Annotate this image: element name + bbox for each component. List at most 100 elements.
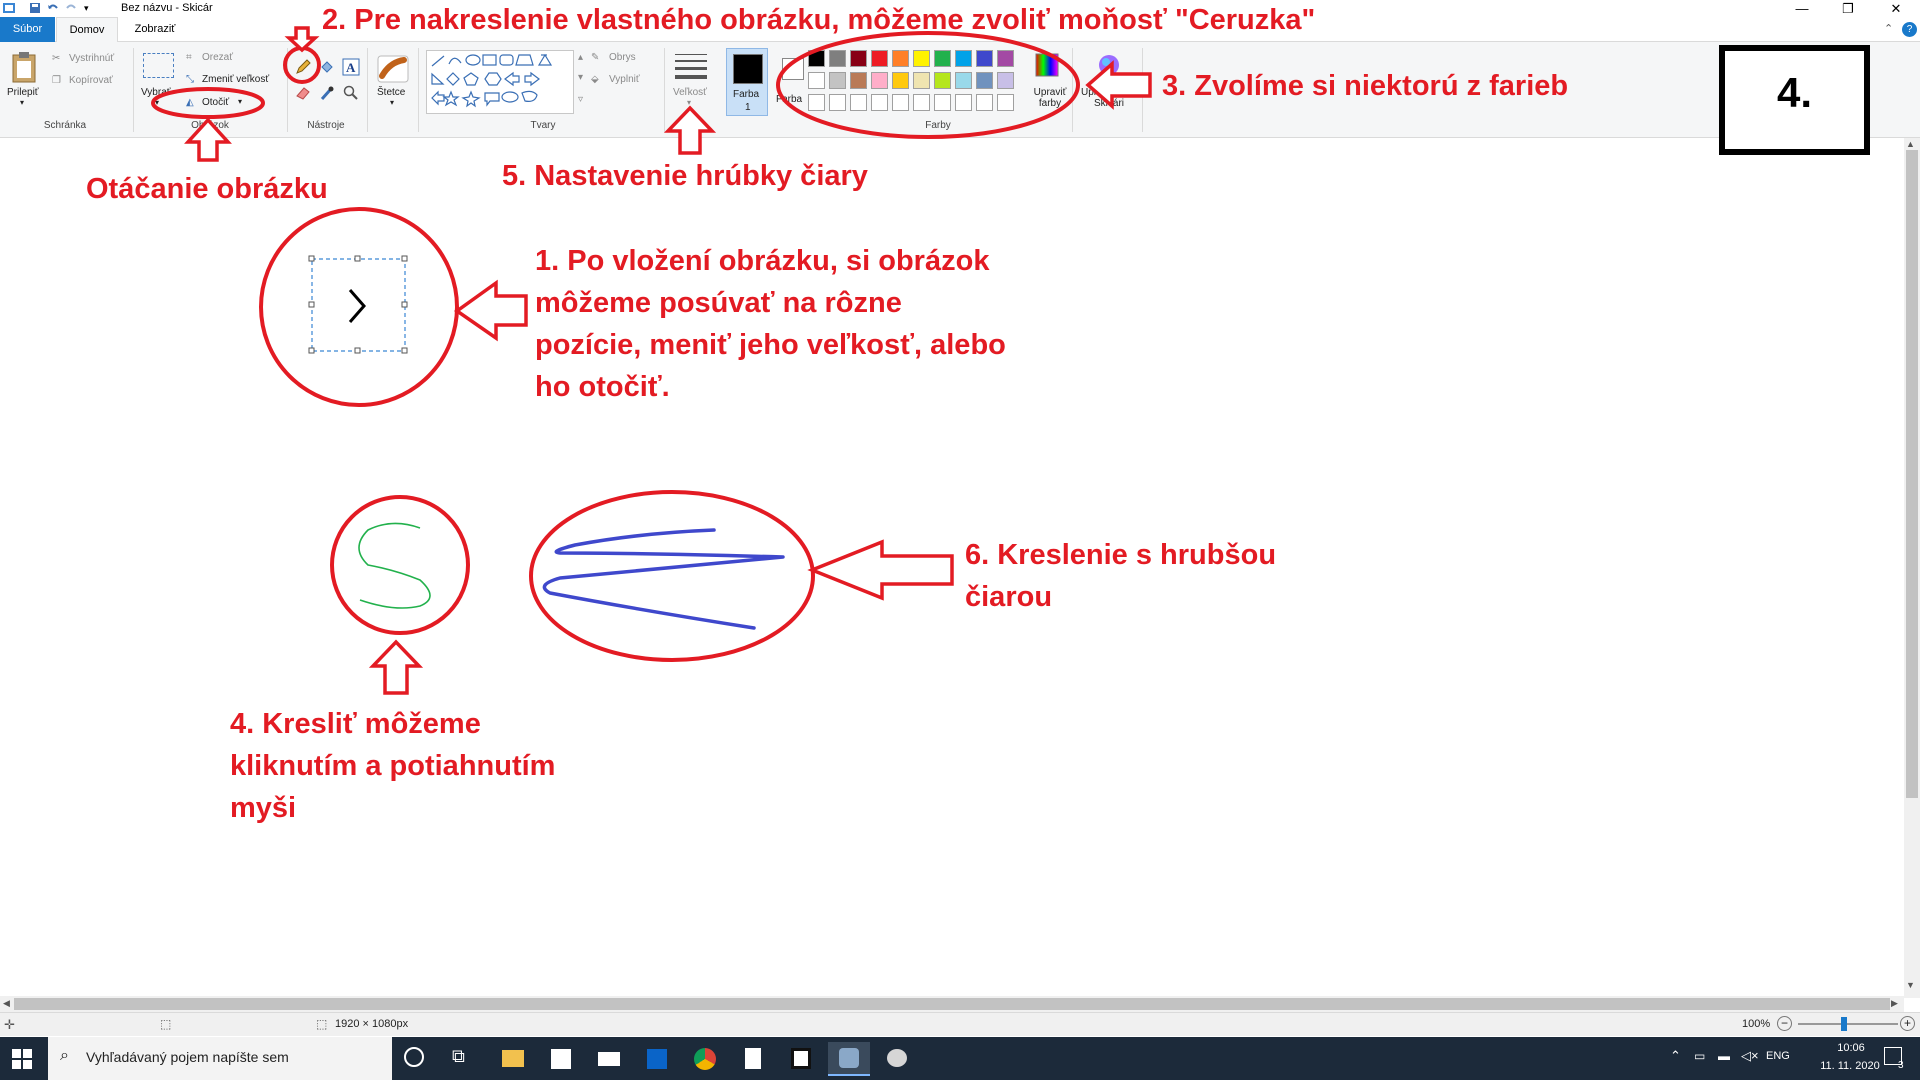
cut-button[interactable]: Vystrihnúť [69, 53, 114, 64]
help-icon[interactable]: ? [1902, 22, 1917, 37]
palette-swatch[interactable] [976, 72, 993, 89]
zoom-out-icon[interactable]: − [1777, 1016, 1792, 1031]
palette-swatch[interactable] [913, 94, 930, 111]
clock-time[interactable]: 10:06 [1820, 1042, 1882, 1054]
minimize-icon[interactable]: — [1782, 0, 1822, 17]
paint3d-taskbar-icon[interactable] [876, 1042, 918, 1076]
crop-button[interactable]: Orezať [202, 52, 233, 63]
brushes-dropdown-icon[interactable]: ▾ [390, 98, 394, 107]
palette-swatch[interactable] [829, 72, 846, 89]
palette-swatch[interactable] [934, 72, 951, 89]
shapes-scroll-down-icon[interactable]: ▾ [578, 72, 583, 83]
palette-swatch[interactable] [955, 94, 972, 111]
undo-icon[interactable] [46, 1, 60, 15]
outlook-icon[interactable] [636, 1042, 678, 1076]
palette-swatch[interactable] [934, 94, 951, 111]
rotate-button[interactable]: Otočiť [202, 97, 229, 108]
shapes-expand-icon[interactable]: ▿ [578, 94, 583, 105]
palette-swatch[interactable] [871, 50, 888, 67]
scroll-down-icon[interactable]: ▼ [1906, 980, 1915, 990]
brushes-icon[interactable] [376, 52, 410, 84]
tab-home[interactable]: Domov [56, 17, 118, 43]
palette-swatch[interactable] [976, 94, 993, 111]
palette-swatch[interactable] [892, 50, 909, 67]
zoom-slider[interactable] [1798, 1023, 1898, 1025]
fill-icon[interactable] [318, 58, 336, 76]
rotate-dropdown-icon[interactable]: ▾ [238, 97, 242, 106]
paste-dropdown-icon[interactable]: ▾ [20, 98, 24, 107]
store-icon[interactable] [540, 1042, 582, 1076]
palette-swatch[interactable] [997, 94, 1014, 111]
zoom-in-icon[interactable]: + [1900, 1016, 1915, 1031]
pencil-icon[interactable] [294, 58, 312, 76]
palette-swatch[interactable] [997, 72, 1014, 89]
tray-chevron-icon[interactable]: ⌃ [1670, 1048, 1681, 1064]
zoom-slider-thumb[interactable] [1841, 1017, 1847, 1031]
select-dropdown-icon[interactable]: ▾ [155, 98, 159, 107]
palette-swatch[interactable] [808, 94, 825, 111]
paste-button[interactable]: Prilepiť [7, 87, 39, 98]
task-view-icon[interactable]: ⧉ [452, 1046, 465, 1067]
windows-start-icon[interactable] [12, 1049, 32, 1069]
size-button[interactable]: Veľkosť [673, 87, 707, 98]
color1-button[interactable]: Farba 1 [726, 48, 768, 116]
text-icon[interactable]: A [342, 58, 360, 76]
palette-swatch[interactable] [850, 72, 867, 89]
palette-swatch[interactable] [850, 50, 867, 67]
tab-view[interactable]: Zobraziť [122, 17, 188, 42]
outline-button[interactable]: Obrys [609, 52, 636, 63]
scroll-left-icon[interactable]: ◀ [3, 998, 10, 1009]
palette-swatch[interactable] [955, 72, 972, 89]
magnifier-icon[interactable] [342, 84, 360, 102]
vertical-scroll-thumb[interactable] [1906, 150, 1918, 798]
size-dropdown-icon[interactable]: ▾ [687, 98, 691, 107]
restore-icon[interactable]: ❐ [1828, 0, 1868, 17]
clipboard-icon[interactable] [10, 50, 38, 84]
paint3d-icon[interactable] [1096, 52, 1122, 78]
palette-swatch[interactable] [892, 72, 909, 89]
horizontal-scroll-thumb[interactable] [14, 998, 1890, 1010]
palette-swatch[interactable] [913, 72, 930, 89]
palette-swatch[interactable] [850, 94, 867, 111]
edit-in-paint3d-button[interactable]: Upraviť v 3D Skicári [1080, 87, 1138, 109]
palette-swatch[interactable] [892, 94, 909, 111]
mail-icon[interactable] [588, 1042, 630, 1076]
copy-button[interactable]: Kopírovať [69, 75, 113, 86]
brushes-button[interactable]: Štetce [377, 87, 405, 98]
tab-file[interactable]: Súbor [0, 17, 55, 42]
color-picker-icon[interactable] [318, 84, 336, 102]
paint-taskbar-icon[interactable] [828, 1042, 870, 1076]
language-indicator[interactable]: ENG [1766, 1050, 1790, 1062]
shapes-scroll-up-icon[interactable]: ▴ [578, 52, 583, 63]
palette-swatch[interactable] [829, 94, 846, 111]
chrome-icon[interactable] [684, 1042, 726, 1076]
palette-swatch[interactable] [808, 50, 825, 67]
scroll-up-icon[interactable]: ▲ [1906, 139, 1915, 149]
edit-colors-button[interactable]: Upraviť farby [1030, 87, 1070, 109]
palette-swatch[interactable] [934, 50, 951, 67]
taskbar-search-box[interactable]: ⌕ Vyhľadávaný pojem napíšte sem [48, 1037, 392, 1080]
battery-icon[interactable]: ▭ [1694, 1049, 1705, 1063]
scroll-right-icon[interactable]: ▶ [1891, 998, 1898, 1009]
document-icon[interactable] [732, 1042, 774, 1076]
select-icon[interactable] [143, 53, 174, 78]
teams-icon[interactable] [780, 1042, 822, 1076]
palette-swatch[interactable] [913, 50, 930, 67]
save-icon[interactable] [28, 1, 42, 15]
clock-date[interactable]: 11. 11. 2020 [1812, 1060, 1888, 1072]
resize-button[interactable]: Zmeniť veľkosť [202, 74, 269, 85]
eraser-icon[interactable] [294, 84, 312, 102]
palette-swatch[interactable] [997, 50, 1014, 67]
palette-swatch[interactable] [871, 94, 888, 111]
line-size-icon[interactable] [675, 54, 707, 82]
volume-icon[interactable]: ◁× [1741, 1048, 1759, 1064]
palette-swatch[interactable] [808, 72, 825, 89]
network-icon[interactable]: ▬ [1718, 1049, 1730, 1063]
palette-swatch[interactable] [976, 50, 993, 67]
palette-swatch[interactable] [871, 72, 888, 89]
file-explorer-icon[interactable] [492, 1042, 534, 1076]
quick-access-dropdown-icon[interactable]: ▾ [84, 3, 89, 14]
fill-shape-button[interactable]: Vyplniť [609, 74, 640, 85]
palette-swatch[interactable] [829, 50, 846, 67]
collapse-ribbon-icon[interactable]: ⌃ [1884, 22, 1893, 35]
